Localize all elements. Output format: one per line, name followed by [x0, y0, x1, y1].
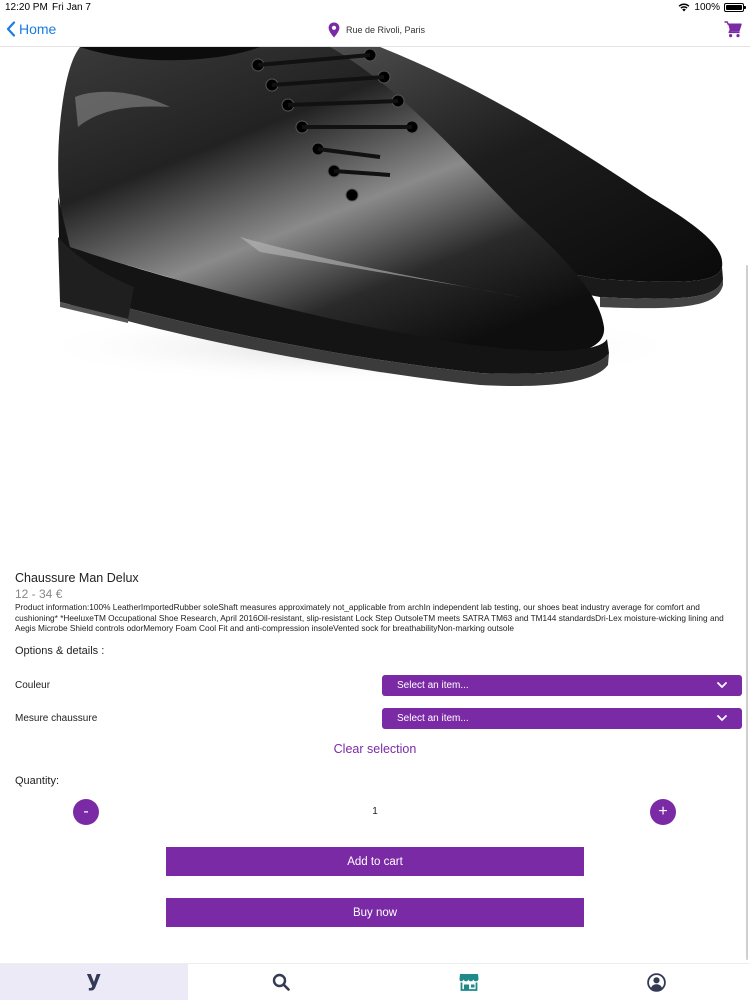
product-title: Chaussure Man Delux — [15, 571, 139, 585]
options-heading: Options & details : — [15, 645, 105, 657]
status-bar: 12:20 PM Fri Jan 7 100% — [0, 0, 750, 16]
back-button[interactable]: Home — [6, 21, 56, 37]
store-icon — [459, 974, 479, 991]
mesure-select-value: Select an item... — [397, 713, 469, 724]
tab-search[interactable] — [188, 964, 376, 1000]
map-pin-icon — [328, 22, 340, 38]
quantity-label: Quantity: — [15, 775, 60, 787]
status-date: Fri Jan 7 — [52, 2, 91, 13]
clear-selection-button[interactable]: Clear selection — [0, 742, 750, 756]
decrease-quantity-button[interactable]: - — [73, 799, 99, 825]
product-price: 12 - 34 € — [15, 587, 63, 601]
buy-now-button[interactable]: Buy now — [166, 898, 584, 927]
increase-quantity-button[interactable]: + — [650, 799, 676, 825]
back-label: Home — [19, 21, 57, 37]
tab-account[interactable] — [563, 964, 750, 1000]
add-to-cart-button[interactable]: Add to cart — [166, 847, 584, 876]
location-selector[interactable]: Rue de Rivoli, Paris — [328, 22, 425, 38]
search-icon — [273, 973, 291, 991]
chevron-down-icon — [717, 715, 727, 721]
product-description: Product information:100% LeatherImported… — [15, 602, 724, 633]
shoe-illustration — [30, 47, 723, 387]
scroll-indicator[interactable] — [746, 265, 748, 960]
tab-store[interactable] — [375, 964, 563, 1000]
wifi-icon — [679, 3, 690, 12]
option-label-mesure: Mesure chaussure — [15, 713, 98, 724]
chevron-left-icon — [6, 21, 16, 37]
y-logo-icon: y — [86, 967, 101, 992]
quantity-value: 1 — [372, 806, 378, 817]
couleur-select[interactable]: Select an item... — [382, 675, 742, 696]
cart-button[interactable] — [724, 21, 742, 43]
location-label: Rue de Rivoli, Paris — [346, 25, 426, 35]
battery-percent: 100% — [694, 2, 720, 13]
nav-bar: Home Rue de Rivoli, Paris — [0, 16, 750, 47]
cart-icon — [724, 21, 742, 38]
product-image — [0, 47, 750, 552]
mesure-select[interactable]: Select an item... — [382, 708, 742, 729]
tab-home[interactable]: y — [0, 964, 188, 1000]
couleur-select-value: Select an item... — [397, 680, 469, 691]
status-right: 100% — [678, 2, 746, 13]
battery-icon — [724, 3, 746, 12]
status-time: 12:20 PM — [5, 2, 48, 13]
user-circle-icon — [646, 972, 666, 992]
chevron-down-icon — [717, 682, 727, 688]
tab-bar: y — [0, 963, 750, 1000]
option-label-couleur: Couleur — [15, 680, 51, 691]
